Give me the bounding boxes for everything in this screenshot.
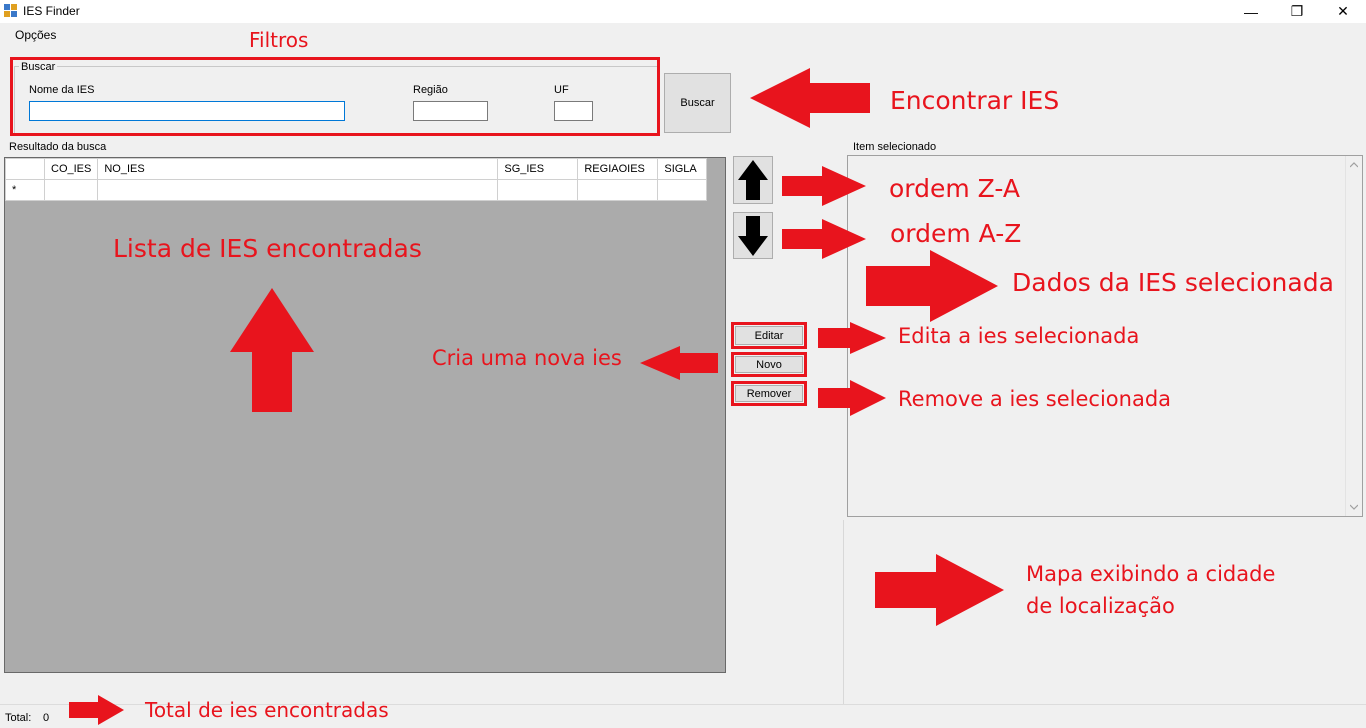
arrow-up-icon — [230, 288, 314, 412]
arrow-right-icon — [782, 166, 866, 206]
arrow-right-icon — [818, 322, 886, 354]
annotation-find: Encontrar IES — [890, 86, 1060, 115]
annotation-arrows — [69, 68, 1004, 725]
annotation-edit: Edita a ies selecionada — [898, 324, 1140, 348]
annotation-remove: Remove a ies selecionada — [898, 387, 1172, 411]
annotation-order-az: ordem A-Z — [890, 219, 1022, 248]
arrow-right-icon — [782, 219, 866, 259]
annotation-create: Cria uma nova ies — [432, 346, 622, 370]
annotation-selected-data: Dados da IES selecionada — [1012, 268, 1334, 297]
arrow-right-icon — [69, 695, 124, 725]
arrow-right-icon — [818, 380, 886, 416]
arrow-right-icon — [866, 250, 998, 322]
annotation-filters: Filtros — [249, 28, 309, 52]
annotation-map-line2: de localização — [1026, 594, 1175, 618]
annotation-list: Lista de IES encontradas — [113, 234, 422, 263]
arrow-left-icon — [750, 68, 870, 128]
arrow-left-icon — [640, 346, 718, 380]
annotation-order-za: ordem Z-A — [889, 174, 1020, 203]
annotation-total: Total de ies encontradas — [145, 698, 389, 722]
arrow-right-icon — [875, 554, 1004, 626]
annotation-map-line1: Mapa exibindo a cidade — [1026, 562, 1276, 586]
